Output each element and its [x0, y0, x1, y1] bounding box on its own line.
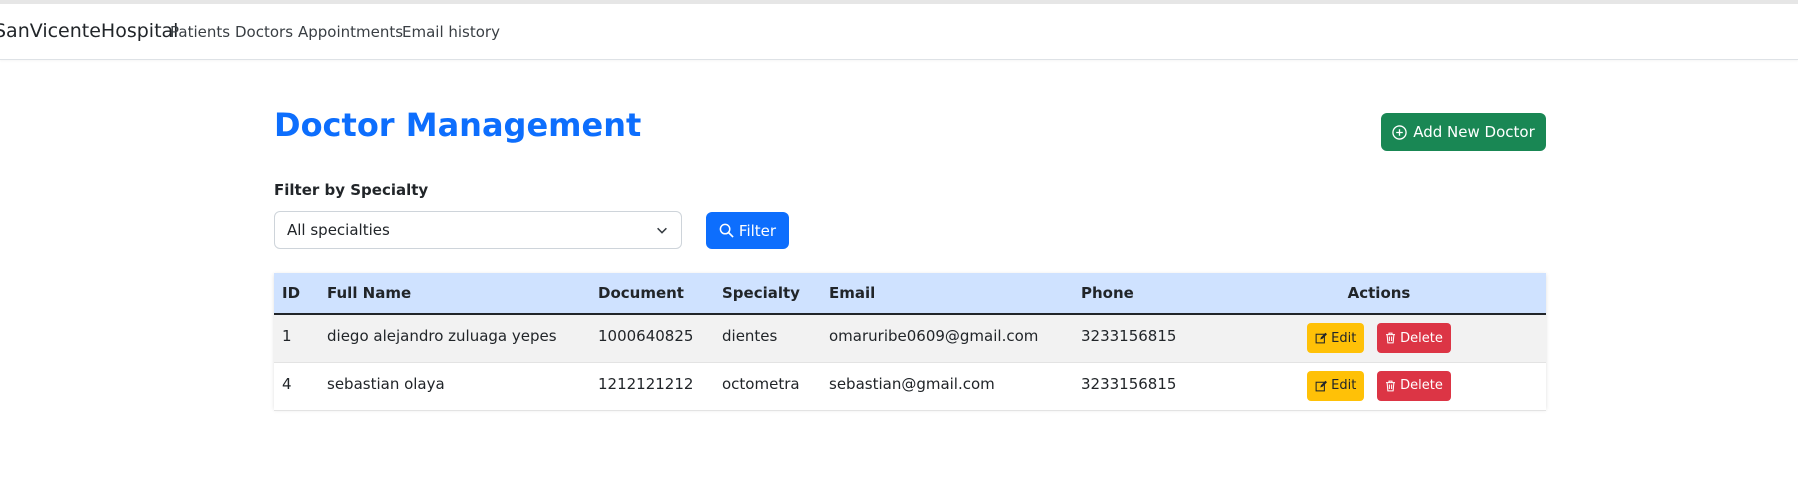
- trash-icon: [1385, 380, 1396, 392]
- trash-icon: [1385, 332, 1396, 344]
- edit-button[interactable]: Edit: [1307, 370, 1365, 401]
- plus-circle-icon: [1392, 124, 1407, 140]
- delete-button[interactable]: Delete: [1377, 370, 1451, 401]
- cell-specialty: dientes: [714, 314, 821, 363]
- add-new-doctor-button[interactable]: Add New Doctor: [1381, 113, 1546, 151]
- filter-button[interactable]: Filter: [706, 212, 789, 249]
- pencil-square-icon: [1315, 332, 1328, 344]
- table-row: 1 diego alejandro zuluaga yepes 10006408…: [274, 314, 1546, 363]
- doctors-table-container: ID Full Name Document Specialty Email Ph…: [274, 273, 1546, 411]
- cell-id: 4: [274, 362, 319, 411]
- column-header-full-name: Full Name: [319, 273, 590, 315]
- filter-button-label: Filter: [738, 221, 777, 240]
- table-header-row: ID Full Name Document Specialty Email Ph…: [274, 273, 1546, 315]
- cell-actions: Edit Delete: [1212, 314, 1546, 363]
- cell-phone: 3233156815: [1073, 362, 1212, 411]
- cell-phone: 3233156815: [1073, 314, 1212, 363]
- cell-actions: Edit Delete: [1212, 362, 1546, 411]
- nav-link-appointments[interactable]: Appointments: [298, 23, 403, 41]
- column-header-phone: Phone: [1073, 273, 1212, 315]
- column-header-document: Document: [590, 273, 714, 315]
- delete-button-label: Delete: [1400, 330, 1443, 346]
- chevron-down-icon: [655, 223, 669, 237]
- page-title: Doctor Management: [274, 106, 642, 144]
- edit-button-label: Edit: [1331, 378, 1357, 393]
- cell-document: 1000640825: [590, 314, 714, 363]
- nav-link-email-history[interactable]: Email history: [402, 23, 500, 41]
- brand-logo-text[interactable]: SanVicenteHospital: [0, 20, 178, 42]
- specialty-select[interactable]: All specialties: [274, 211, 682, 249]
- cell-full-name: sebastian olaya: [319, 362, 590, 411]
- table-row: 4 sebastian olaya 1212121212 octometra s…: [274, 362, 1546, 411]
- specialty-select-value: All specialties: [287, 221, 390, 239]
- filter-specialty-label: Filter by Specialty: [274, 181, 429, 199]
- edit-button[interactable]: Edit: [1307, 323, 1365, 353]
- add-new-doctor-label: Add New Doctor: [1413, 123, 1535, 141]
- cell-email: omaruribe0609@gmail.com: [821, 314, 1073, 363]
- column-header-specialty: Specialty: [714, 273, 821, 315]
- cell-full-name: diego alejandro zuluaga yepes: [319, 314, 590, 363]
- delete-button[interactable]: Delete: [1377, 323, 1451, 353]
- cell-document: 1212121212: [590, 362, 714, 411]
- nav-link-doctors[interactable]: Doctors: [235, 23, 293, 41]
- search-icon: [719, 223, 734, 238]
- cell-specialty: octometra: [714, 362, 821, 411]
- navbar: SanVicenteHospital Patients Doctors Appo…: [0, 4, 1798, 60]
- column-header-id: ID: [274, 273, 319, 315]
- nav-link-patients[interactable]: Patients: [170, 23, 230, 41]
- pencil-square-icon: [1315, 380, 1328, 392]
- cell-email: sebastian@gmail.com: [821, 362, 1073, 411]
- edit-button-label: Edit: [1331, 330, 1357, 346]
- column-header-email: Email: [821, 273, 1073, 315]
- delete-button-label: Delete: [1400, 378, 1443, 393]
- column-header-actions: Actions: [1212, 273, 1546, 315]
- cell-id: 1: [274, 314, 319, 363]
- doctors-table: ID Full Name Document Specialty Email Ph…: [274, 273, 1546, 411]
